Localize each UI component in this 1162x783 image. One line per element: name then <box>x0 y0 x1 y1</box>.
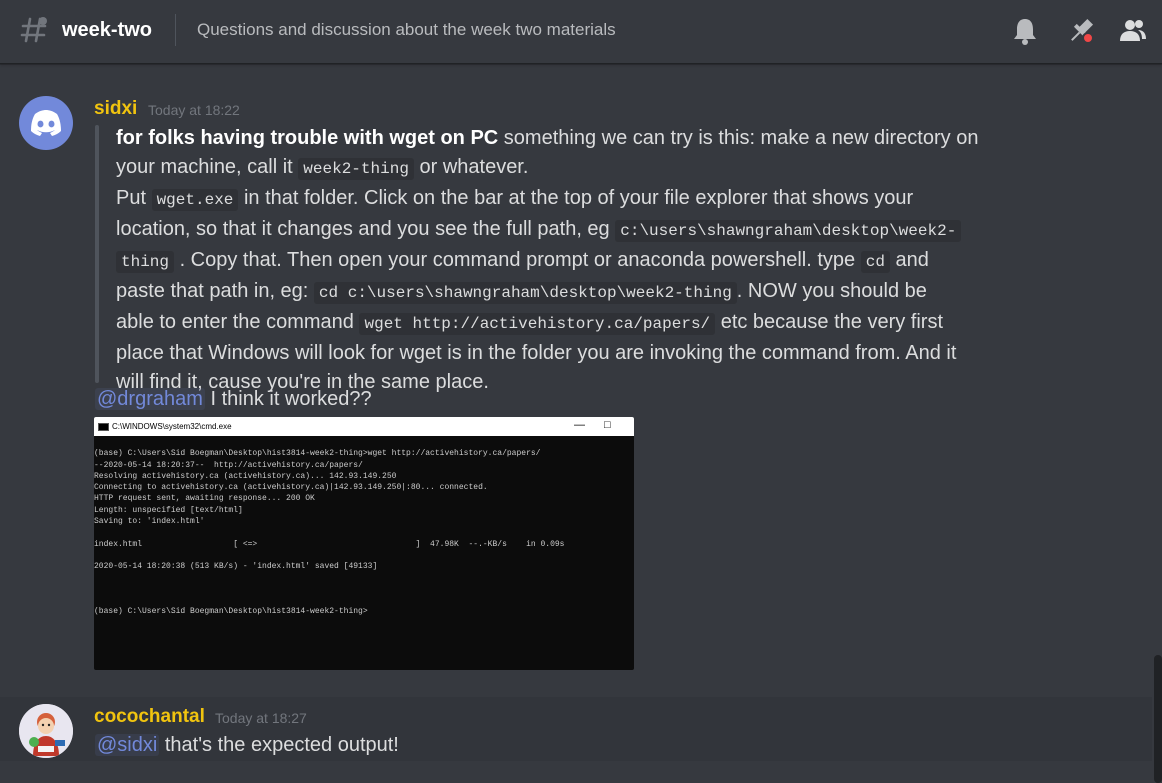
cmd-output-line <box>94 573 634 584</box>
scrollbar-thumb[interactable] <box>1154 655 1162 783</box>
inline-code: thing <box>116 251 175 273</box>
timestamp: Today at 18:27 <box>215 710 307 726</box>
message-text: for folks having trouble with wget on PC… <box>116 124 978 397</box>
cmd-output-line: HTTP request sent, awaiting response... … <box>94 494 315 504</box>
inline-code: cd c:\users\shawngraham\desktop\week2-th… <box>313 282 737 304</box>
pin-icon[interactable] <box>1066 16 1096 46</box>
cmd-window-icon <box>98 422 109 431</box>
cmd-output-line: index.html [ <=> ] 47.98K --.-KB/s in 0.… <box>94 539 565 549</box>
avatar[interactable] <box>19 96 73 150</box>
user-mention[interactable]: @sidxi <box>95 734 160 756</box>
quote-line: location, so that it changes and you see… <box>116 215 978 246</box>
cmd-output-line: (base) C:\Users\Sid Boegman\Desktop\hist… <box>94 449 541 459</box>
cmd-output-line: --2020-05-14 18:20:37-- http://activehis… <box>94 460 363 470</box>
cmd-output: (base) C:\Users\Sid Boegman\Desktop\hist… <box>94 437 634 618</box>
cmd-output-line: Saving to: 'index.html' <box>94 517 205 527</box>
quote-line: place that Windows will look for wget is… <box>116 342 957 364</box>
inline-code: week2-thing <box>298 158 414 180</box>
quote-line: for folks having trouble with wget on PC… <box>116 127 979 149</box>
discord-logo-icon <box>31 110 61 136</box>
channel-topic[interactable]: Questions and discussion about the week … <box>197 20 616 40</box>
quote-line: thing . Copy that. Then open your comman… <box>116 246 978 277</box>
channel-name: week-two <box>62 19 153 41</box>
message-text: @sidxi that's the expected output! <box>95 734 399 756</box>
cmd-output-line <box>94 550 634 561</box>
avatar[interactable] <box>19 704 73 758</box>
cmd-titlebar: C:\WINDOWS\system32\cmd.exe — □ <box>94 417 634 436</box>
cmd-output-line: Connecting to activehistory.ca (activehi… <box>94 483 488 493</box>
cmd-output-line: Length: unspecified [text/html] <box>94 505 243 515</box>
cmd-output-line <box>94 437 634 448</box>
cmd-output-line <box>94 595 634 606</box>
hash-icon <box>20 17 47 43</box>
bell-icon[interactable] <box>1010 16 1040 46</box>
timestamp: Today at 18:22 <box>148 102 240 118</box>
message-text: @drgraham I think it worked?? <box>95 388 372 410</box>
quote-line: paste that path in, eg: cd c:\users\shaw… <box>116 280 927 304</box>
members-icon[interactable] <box>1118 16 1148 46</box>
header-divider <box>175 14 176 46</box>
image-attachment[interactable]: C:\WINDOWS\system32\cmd.exe — □ (base) C… <box>94 417 634 670</box>
blockquote-bar <box>95 125 99 383</box>
quote-line: able to enter the command wget http://ac… <box>116 311 944 335</box>
cmd-output-line: 2020-05-14 18:20:38 (513 KB/s) - 'index.… <box>94 562 378 572</box>
channel-header: week-two Questions and discussion about … <box>0 0 1162 64</box>
cmd-window-title: C:\WINDOWS\system32\cmd.exe <box>112 422 232 431</box>
cmd-output-line: Resolving activehistory.ca (activehistor… <box>94 471 397 481</box>
quote-line: your machine, call it week2-thing or wha… <box>116 156 529 180</box>
inline-code: wget http://activehistory.ca/papers/ <box>359 313 716 335</box>
username[interactable]: sidxi <box>94 98 137 120</box>
inline-code: cd <box>860 251 890 273</box>
cmd-output-line: (base) C:\Users\Sid Boegman\Desktop\hist… <box>94 607 368 617</box>
cmd-output-line <box>94 527 634 538</box>
username[interactable]: cocochantal <box>94 706 205 728</box>
quote-line: Put wget.exe in that folder. Click on th… <box>116 187 914 211</box>
maximize-icon: □ <box>604 419 611 431</box>
inline-code: wget.exe <box>151 189 239 211</box>
inline-code: c:\users\shawngraham\desktop\week2- <box>615 220 962 242</box>
cartoon-avatar-icon <box>19 704 73 758</box>
user-mention[interactable]: @drgraham <box>95 388 205 410</box>
cmd-output-line <box>94 584 634 595</box>
minimize-icon: — <box>574 419 585 431</box>
